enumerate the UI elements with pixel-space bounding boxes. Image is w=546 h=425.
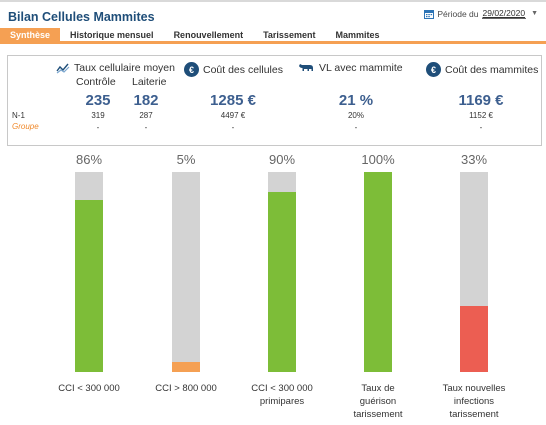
kpi-sublabel-controle: Contrôle — [76, 76, 116, 88]
bar-taux-nouvelles-infections-tarissement — [460, 306, 488, 372]
kpi-value-controle: 235 — [85, 92, 111, 109]
kpi-group-controle: - — [96, 123, 100, 132]
bar-value-label: 90% — [268, 152, 296, 167]
bar-category-label: CCI < 300 000 primipares — [232, 382, 332, 408]
kpi-header-cout-mammites: € Coût des mammites — [426, 62, 538, 77]
kpi-sublabel-laiterie: Laiterie — [132, 76, 167, 88]
tab-renouvellement[interactable]: Renouvellement — [164, 28, 254, 41]
category-label-line: tarissement — [353, 409, 403, 420]
category-label-line: CCI < 300 000 — [251, 383, 313, 394]
kpi-header-vl-mammite: VL avec mammite — [297, 62, 403, 74]
row-label-previous-year: N-1 — [12, 111, 25, 120]
calendar-icon[interactable] — [424, 9, 435, 19]
bar-value-label: 86% — [75, 152, 103, 167]
kpi-value-vl-mammite: 21 % — [338, 92, 374, 109]
category-label-line: Taux de — [361, 383, 395, 394]
indicator-bar-chart: 86% CCI < 300 000 5% CCI > 800 000 90% CCI < … — [0, 150, 546, 425]
period-label: Période du — [437, 8, 479, 19]
category-label-line: primipares — [259, 396, 305, 407]
period-selector[interactable]: Période du 29/02/2020 ▼ — [424, 8, 538, 19]
cow-icon — [299, 64, 313, 71]
top-bar: Bilan Cellules Mammites Période du 29/02… — [0, 0, 546, 24]
trend-chart-icon — [56, 63, 70, 74]
kpi-group-laiterie: - — [144, 123, 148, 132]
kpi-title-cout-mammites: Coût des mammites — [445, 63, 539, 76]
bar-cci-800-000 — [172, 362, 200, 372]
tab-synthese[interactable]: Synthèse — [0, 28, 61, 41]
tab-historique-mensuel[interactable]: Historique mensuel — [60, 28, 164, 41]
app-title: Bilan Cellules Mammites — [8, 10, 155, 24]
row-label-group: Groupe — [12, 122, 39, 131]
kpi-header-cout-cellules: € Coût des cellules — [184, 62, 283, 77]
bar-taux-de-gu-rison-tarissement — [364, 172, 392, 372]
kpi-value-cout-cellules: 1285 € — [210, 92, 256, 109]
bar-value-label: 5% — [176, 152, 196, 167]
bar-category-label: Taux de guérison tarissement — [328, 382, 428, 421]
tab-tarissement[interactable]: Tarissement — [253, 28, 325, 41]
tab-bar: Synthèse Historique mensuel Renouvelleme… — [0, 28, 546, 44]
kpi-summary-panel: N-1 Groupe Taux cellulaire moyen Contrôl… — [7, 55, 542, 146]
kpi-previous-vl-mammite: 20% — [347, 111, 364, 120]
kpi-previous-controle: 319 — [91, 111, 105, 120]
category-label-line: tarissement — [449, 409, 499, 420]
bar-track-cci-800-000 — [172, 172, 200, 372]
bar-category-label: CCI > 800 000 — [136, 382, 236, 395]
bar-value-label: 100% — [361, 152, 395, 167]
kpi-header-taux-cellulaire: Taux cellulaire moyen — [56, 62, 175, 74]
kpi-title-cout-cellules: Coût des cellules — [203, 63, 283, 76]
category-label-line: CCI < 300 000 — [58, 383, 120, 394]
bar-category-label: CCI < 300 000 — [39, 382, 139, 395]
category-label-line: CCI > 800 000 — [155, 383, 217, 394]
category-label-line: Taux nouvelles — [442, 383, 506, 394]
tab-mammites[interactable]: Mammites — [325, 28, 389, 41]
chevron-down-icon[interactable]: ▼ — [531, 10, 538, 17]
kpi-title-vl-mammite: VL avec mammite — [319, 62, 403, 74]
kpi-value-cout-mammites: 1169 € — [458, 92, 504, 109]
bar-cci-300-000 — [75, 200, 103, 372]
kpi-group-cout-mammites: - — [479, 123, 483, 132]
kpi-value-laiterie: 182 — [133, 92, 159, 109]
kpi-group-cout-cellules: - — [231, 123, 235, 132]
euro-icon: € — [184, 62, 199, 77]
kpi-group-vl-mammite: - — [354, 123, 358, 132]
bar-category-label: Taux nouvelles infections tarissement — [424, 382, 524, 421]
bar-cci-300-000-primipares — [268, 192, 296, 372]
kpi-title-taux-cellulaire: Taux cellulaire moyen — [74, 62, 175, 74]
euro-icon: € — [426, 62, 441, 77]
category-label-line: infections — [453, 396, 495, 407]
kpi-previous-cout-mammites: 1152 € — [469, 111, 493, 120]
kpi-previous-cout-cellules: 4497 € — [220, 111, 246, 120]
bar-value-label: 33% — [460, 152, 488, 167]
period-date-input[interactable]: 29/02/2020 — [481, 8, 527, 19]
category-label-line: guérison — [359, 396, 397, 407]
kpi-previous-laiterie: 287 — [139, 111, 153, 120]
